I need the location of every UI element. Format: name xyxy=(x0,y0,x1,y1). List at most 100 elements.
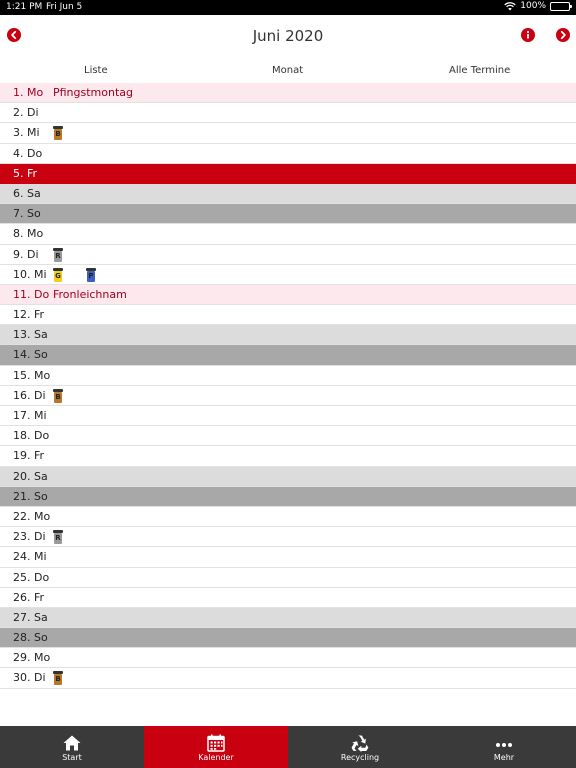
day-label: 14. So xyxy=(13,348,48,362)
day-row[interactable]: 27. Sa xyxy=(0,607,576,629)
day-label: 16. Di xyxy=(13,388,46,402)
calendar-icon xyxy=(207,734,225,752)
holiday-name: Fronleichnam xyxy=(53,287,127,301)
day-row[interactable]: 1. Mo Pfingstmontag xyxy=(0,83,576,104)
recycle-icon xyxy=(351,735,369,752)
residual-bin-icon[interactable]: R xyxy=(53,530,63,545)
tab-monat[interactable]: Monat xyxy=(272,65,303,76)
day-label: 21. So xyxy=(13,489,48,503)
day-row[interactable]: 24. Mi xyxy=(0,547,576,568)
next-month-button[interactable] xyxy=(556,28,570,42)
day-row[interactable]: 4. Do xyxy=(0,143,576,164)
bio-bin-icon[interactable]: B xyxy=(53,388,63,403)
day-label: 1. Mo xyxy=(13,86,44,99)
day-row[interactable]: 23. Di R xyxy=(0,527,576,548)
tab-liste[interactable]: Liste xyxy=(84,65,108,76)
day-label: 6. Sa xyxy=(13,186,41,200)
bin-letter: R xyxy=(55,534,61,543)
day-label: 2. Di xyxy=(13,106,39,120)
day-row[interactable]: 12. Fr xyxy=(0,305,576,326)
day-row[interactable]: 25. Do xyxy=(0,567,576,588)
day-row[interactable]: 20. Sa xyxy=(0,466,576,487)
more-icon xyxy=(496,743,512,747)
status-bar: 1:21 PM Fri Jun 5 100% xyxy=(0,0,576,15)
day-row[interactable]: 22. Mo xyxy=(0,506,576,528)
day-label: 26. Fr xyxy=(13,590,45,604)
battery-icon xyxy=(550,1,572,11)
status-date: Fri Jun 5 xyxy=(46,2,83,12)
residual-bin-icon[interactable]: R xyxy=(53,247,63,262)
day-label: 15. Mo xyxy=(13,368,51,382)
day-label: 11. Do xyxy=(13,287,50,301)
view-tabs: Liste Monat Alle Termine xyxy=(0,61,576,83)
tab-start[interactable]: Start xyxy=(0,726,144,768)
day-label: 3. Mi xyxy=(13,126,40,140)
day-label: 17. Mi xyxy=(13,409,47,422)
day-row[interactable]: 8. Mo xyxy=(0,224,576,245)
info-button[interactable] xyxy=(521,28,535,42)
day-row[interactable]: 6. Sa xyxy=(0,183,576,205)
yellow-bin-icon[interactable]: G xyxy=(53,267,63,282)
day-row[interactable]: 14. So xyxy=(0,345,576,366)
bin-letter: B xyxy=(55,392,61,401)
day-label: 7. So xyxy=(13,207,41,221)
day-label: 25. Do xyxy=(13,570,50,584)
status-time: 1:21 PM xyxy=(6,2,43,12)
day-row[interactable]: 30. Di B xyxy=(0,668,576,689)
holiday-name: Pfingstmontag xyxy=(53,86,134,99)
day-label: 4. Do xyxy=(13,146,43,160)
day-label: 18. Do xyxy=(13,429,50,443)
tab-start-label: Start xyxy=(62,753,82,762)
month-title: Juni 2020 xyxy=(252,27,324,45)
status-right: 100% xyxy=(504,1,572,11)
tab-recycling[interactable]: Recycling xyxy=(288,726,432,768)
tab-kalender-label: Kalender xyxy=(198,753,234,762)
day-row[interactable]: 5. Fr xyxy=(0,163,576,184)
day-row[interactable]: 16. Di B xyxy=(0,385,576,406)
day-row[interactable]: 9. Di R xyxy=(0,244,576,265)
day-list: 1. Mo Pfingstmontag 2. Di 3. Mi B 4. Do 5. Fr 6… xyxy=(0,83,576,689)
day-label: 24. Mi xyxy=(13,550,47,564)
day-label: 10. Mi xyxy=(13,267,47,281)
bio-bin-icon[interactable]: B xyxy=(53,126,63,141)
day-label: 13. Sa xyxy=(13,328,48,342)
day-label: 23. Di xyxy=(13,530,46,544)
bin-letter: P xyxy=(88,271,94,280)
day-row[interactable]: 7. So xyxy=(0,204,576,225)
tab-mehr[interactable]: Mehr xyxy=(432,726,576,768)
day-row[interactable]: 10. Mi G P xyxy=(0,264,576,285)
home-icon xyxy=(63,735,81,751)
tab-alle-termine[interactable]: Alle Termine xyxy=(449,65,510,76)
bin-letter: B xyxy=(55,675,61,684)
day-label: 9. Di xyxy=(13,247,39,261)
day-row[interactable]: 11. Do Fronleichnam xyxy=(0,284,576,306)
day-row[interactable]: 29. Mo xyxy=(0,648,576,669)
day-label: 8. Mo xyxy=(13,227,44,241)
bin-letter: G xyxy=(55,271,61,280)
day-label: 29. Mo xyxy=(13,651,51,665)
day-row[interactable]: 3. Mi B xyxy=(0,123,576,144)
day-row[interactable]: 28. So xyxy=(0,628,576,649)
day-row[interactable]: 26. Fr xyxy=(0,587,576,608)
paper-bin-icon[interactable]: P xyxy=(86,267,96,282)
day-row[interactable]: 17. Mi xyxy=(0,406,576,427)
day-row[interactable]: 21. So xyxy=(0,486,576,507)
bin-letter: R xyxy=(55,251,61,260)
day-label: 12. Fr xyxy=(13,308,45,322)
day-label: 28. So xyxy=(13,631,48,645)
day-label: 27. Sa xyxy=(13,610,48,624)
day-row[interactable]: 2. Di xyxy=(0,103,576,124)
calendar-header: Juni 2020 xyxy=(0,15,576,61)
tab-recycling-label: Recycling xyxy=(340,753,380,762)
day-row[interactable]: 19. Fr xyxy=(0,446,576,467)
bin-letter: B xyxy=(55,130,61,139)
wifi-icon xyxy=(504,1,516,10)
day-row[interactable]: 13. Sa xyxy=(0,325,576,346)
day-label: 20. Sa xyxy=(13,469,48,483)
day-row[interactable]: 15. Mo xyxy=(0,365,576,386)
tab-kalender[interactable]: Kalender xyxy=(144,726,288,768)
day-label: 22. Mo xyxy=(13,509,51,523)
bottom-tab-bar: Start Kalender Recycling Mehr xyxy=(0,726,576,768)
bio-bin-icon[interactable]: B xyxy=(53,671,63,686)
day-row[interactable]: 18. Do xyxy=(0,426,576,447)
